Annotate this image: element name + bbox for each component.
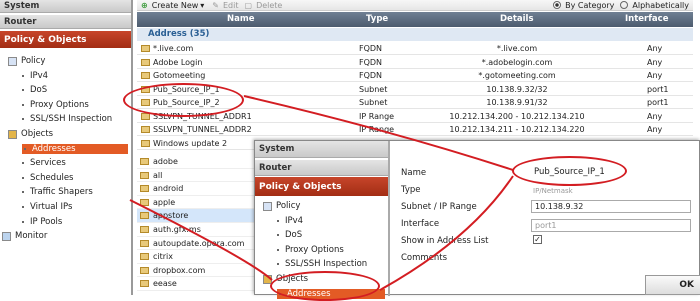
arrow-addresses-to-name	[379, 175, 514, 291]
arrow-to-name-field	[243, 95, 514, 171]
arrow-to-addresses	[129, 199, 273, 281]
annotation-arrows	[129, 95, 514, 291]
